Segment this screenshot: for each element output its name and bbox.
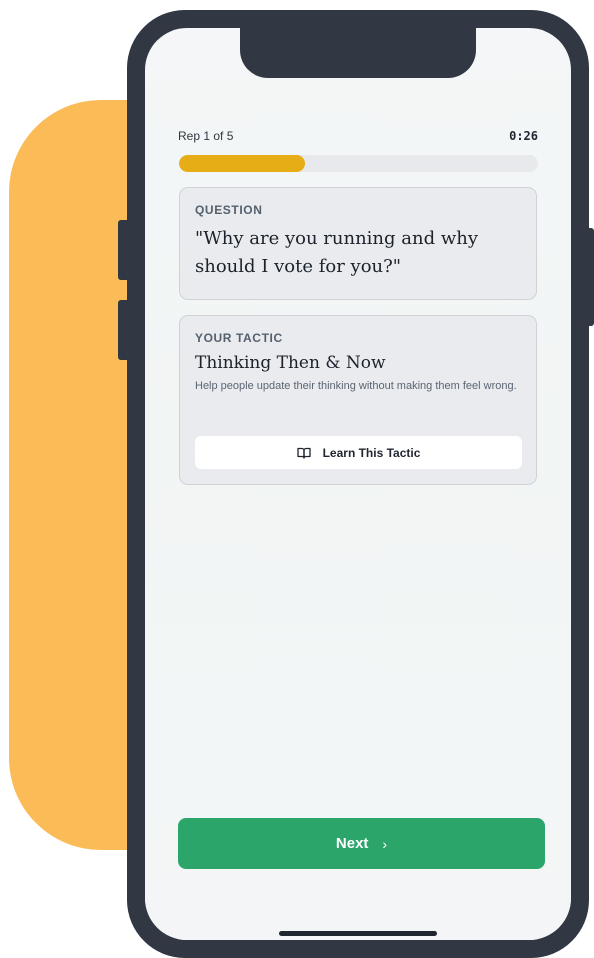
tactic-label: YOUR TACTIC xyxy=(195,331,283,345)
next-button-label: Next xyxy=(335,835,369,852)
rep-counter: Rep 1 of 5 xyxy=(178,129,234,143)
progress-header: Rep 1 of 5 0:26 xyxy=(178,129,538,145)
learn-tactic-label: Learn This Tactic xyxy=(322,445,421,460)
learn-tactic-button[interactable]: Learn This Tactic xyxy=(195,436,522,469)
next-button[interactable]: Next › xyxy=(178,818,545,869)
phone-notch xyxy=(240,28,476,78)
home-indicator xyxy=(279,931,437,936)
chevron-right-icon: › xyxy=(382,835,388,852)
book-open-icon xyxy=(296,447,311,459)
phone-screen: Rep 1 of 5 0:26 QUESTION "Why are you ru… xyxy=(145,28,571,940)
question-text: "Why are you running and why should I vo… xyxy=(195,228,479,277)
progress-bar xyxy=(179,155,538,172)
phone-frame: Rep 1 of 5 0:26 QUESTION "Why are you ru… xyxy=(127,10,589,958)
tactic-card: YOUR TACTIC Thinking Then & Now Help peo… xyxy=(179,315,537,485)
countdown-timer: 0:26 xyxy=(509,129,538,143)
question-label: QUESTION xyxy=(195,203,263,217)
tactic-description: Help people update their thinking withou… xyxy=(195,380,517,392)
tactic-name: Thinking Then & Now xyxy=(195,353,386,373)
progress-bar-fill xyxy=(179,155,305,172)
question-card: QUESTION "Why are you running and why sh… xyxy=(179,187,537,300)
